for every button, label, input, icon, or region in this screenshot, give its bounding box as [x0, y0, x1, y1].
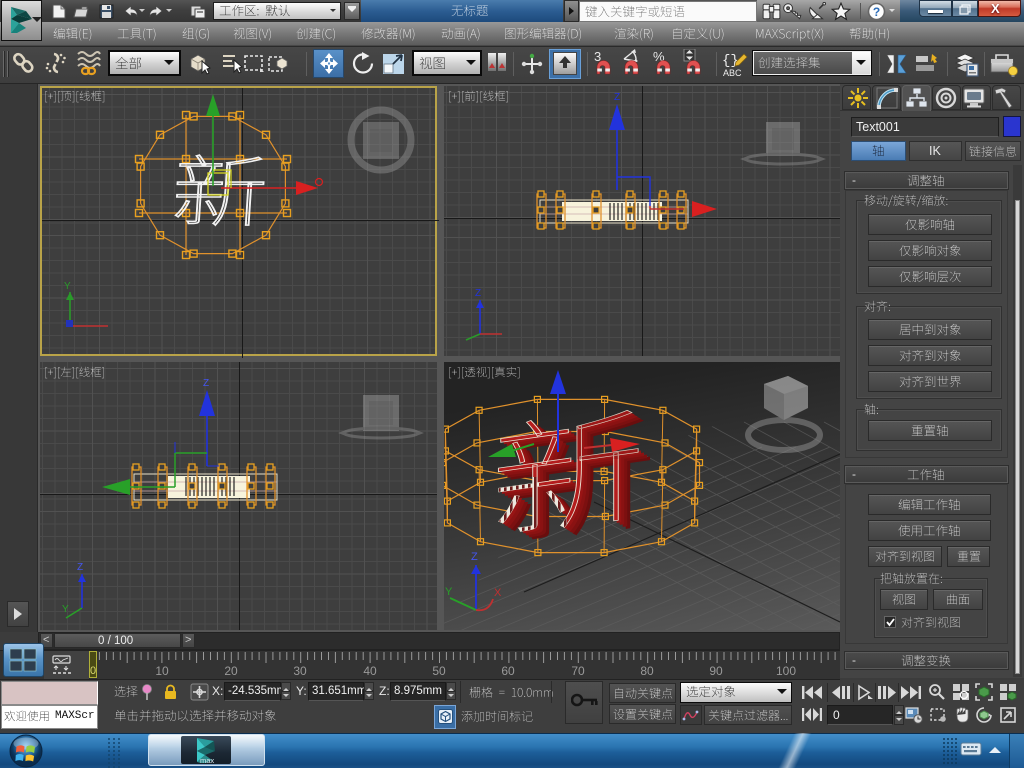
svg-text:Z: Z — [475, 288, 481, 299]
svg-text:X: X — [494, 587, 502, 599]
svg-text:?: ? — [873, 5, 880, 19]
svg-text:Z: Z — [203, 378, 209, 389]
svg-text:Y: Y — [62, 604, 69, 615]
svg-text:Z: Z — [77, 562, 83, 573]
svg-text:Y: Y — [64, 281, 71, 292]
svg-text:Z: Z — [614, 92, 620, 103]
svg-text:max: max — [200, 756, 214, 763]
svg-text:{}: {} — [722, 53, 739, 69]
svg-text:Z: Z — [471, 551, 478, 563]
svg-text:ABC: ABC — [723, 68, 742, 78]
svg-text:Y: Y — [445, 586, 453, 598]
